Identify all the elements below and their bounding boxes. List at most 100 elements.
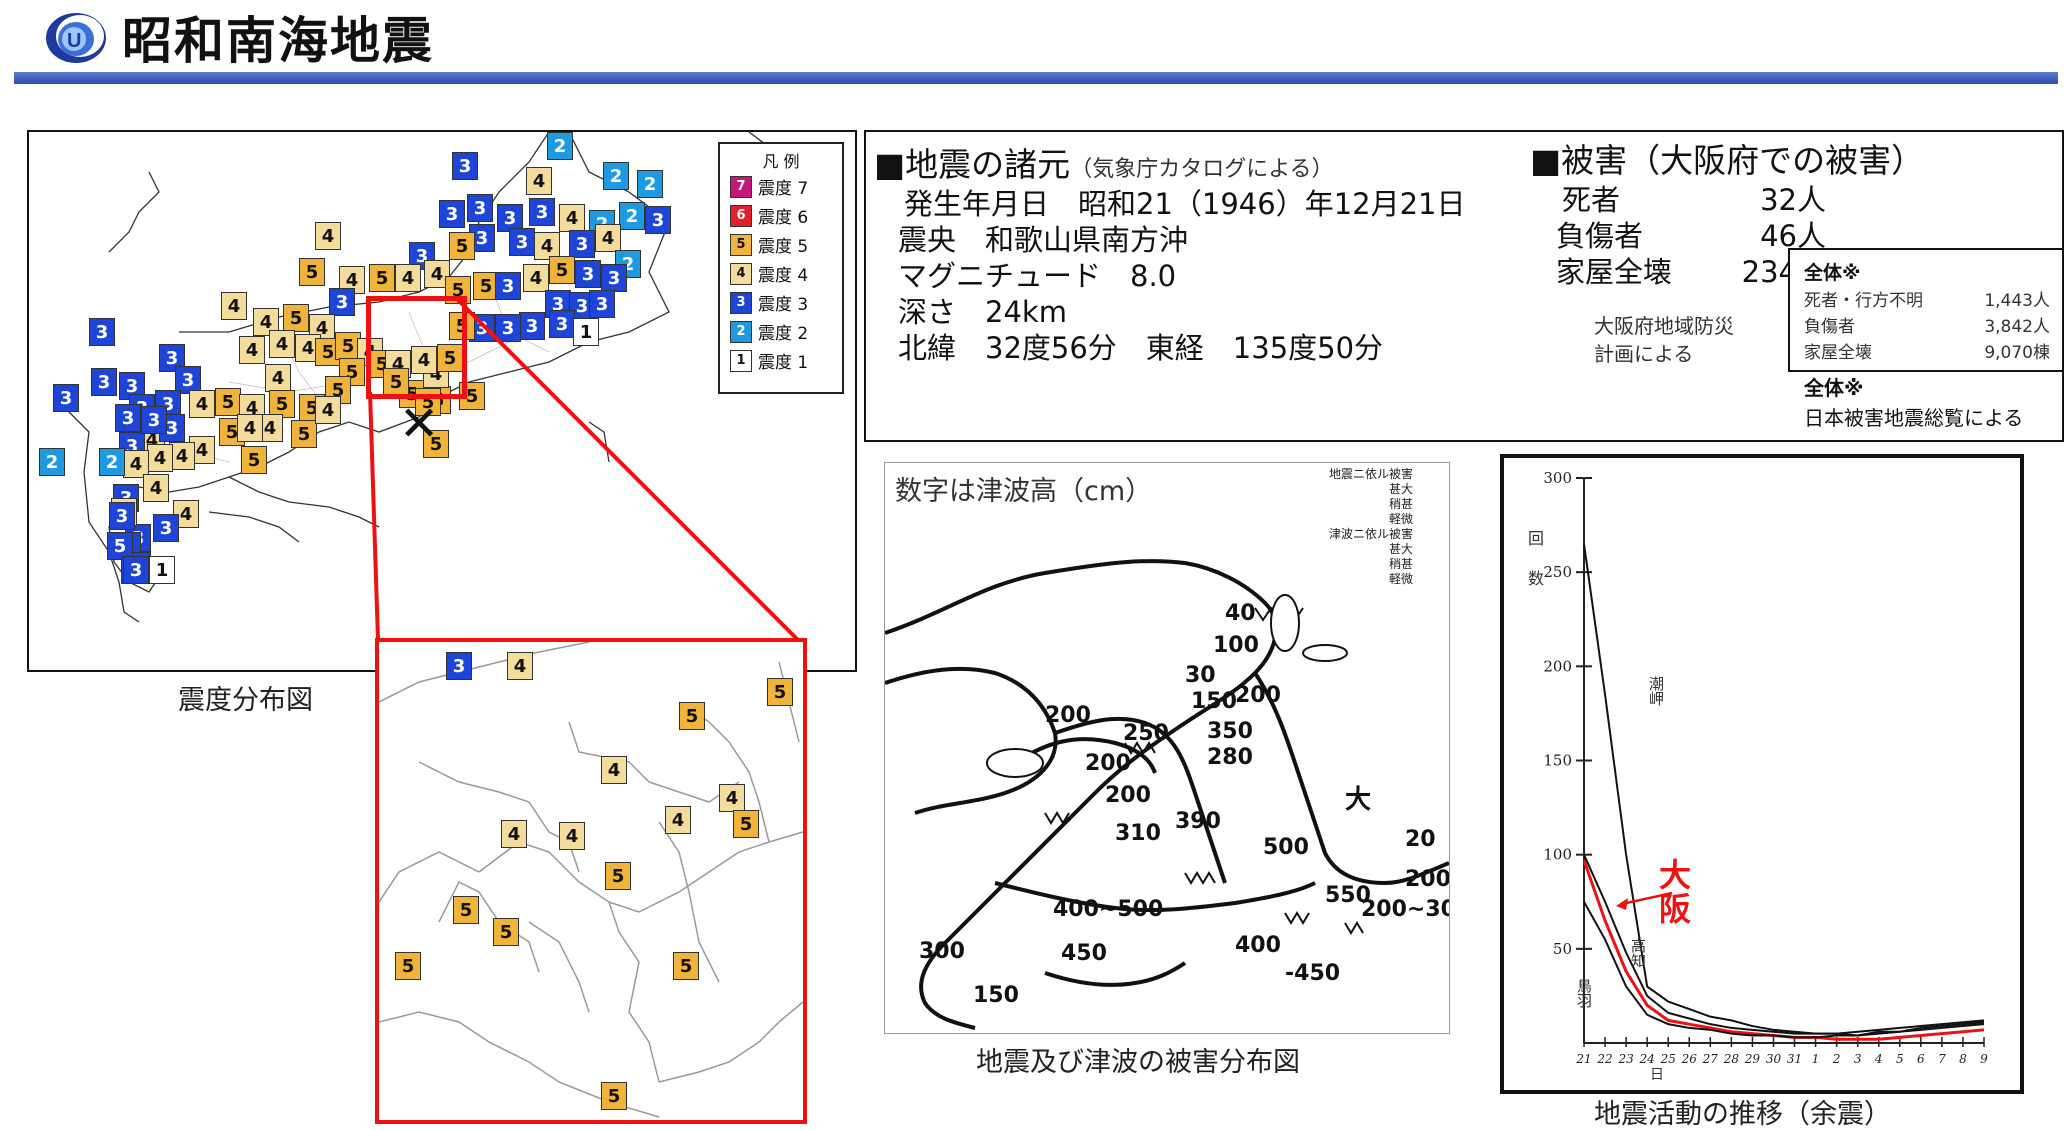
- specs-source-note: （気象庁カタログによる）: [1070, 157, 1334, 182]
- tsunami-caption: 地震及び津波の被害分布図: [976, 1047, 1300, 1078]
- legend-item: 4 震度 4: [730, 261, 808, 286]
- tsunami-height-label: 350: [1207, 719, 1253, 744]
- tsunami-height-label: 400~500: [1053, 897, 1164, 922]
- intensity-marker: 5: [453, 896, 479, 924]
- x-tick-label: 28: [1723, 1052, 1740, 1066]
- intensity-marker: 4: [601, 756, 627, 784]
- y-axis-label: 回数: [1525, 530, 1544, 610]
- x-axis-label: 日: [1650, 1067, 1664, 1083]
- specs-heading: ■地震の諸元（気象庁カタログによる）: [874, 138, 1334, 186]
- osaka-source-line1: 大阪府地域防災: [1594, 314, 1734, 338]
- tsunami-height-label: 310: [1115, 821, 1161, 846]
- intensity-legend: 凡 例 7 震度 7 6 震度 6 5 震度 5 4 震度 4 3 震度 3 2 震度 2 …: [718, 142, 844, 394]
- map-caption: 震度分布図: [178, 685, 313, 716]
- x-tick-label: 7: [1938, 1052, 1946, 1066]
- magnitude-line: マグニチュード 8.0: [898, 259, 1177, 293]
- x-tick-label: 29: [1744, 1052, 1761, 1066]
- intensity-marker: 4: [559, 822, 585, 850]
- intensity-marker: 5: [767, 678, 793, 706]
- tsunami-height-label: 200: [1045, 703, 1091, 728]
- tsunami-height-label: 300: [919, 939, 965, 964]
- aftershock-caption: 地震活動の推移（余震）: [1594, 1099, 1891, 1130]
- zoom-highlight: [366, 296, 467, 399]
- total-damage-box: 全体※ 死者・行方不明 1,443人 負傷者 3,842人 家屋全壊 9,070…: [1788, 248, 2064, 372]
- total-deaths-value: 1,443人: [1984, 291, 2050, 311]
- intensity-marker: 4: [507, 652, 533, 680]
- y-tick-label: 100: [1543, 846, 1572, 864]
- y-tick-label: 250: [1543, 563, 1572, 581]
- coords-line: 北緯 32度56分 東経 135度50分: [898, 331, 1384, 365]
- damage-deaths-value: 32人: [1760, 183, 1826, 217]
- total-injured-label: 負傷者: [1804, 317, 1855, 337]
- x-tick-label: 4: [1874, 1052, 1883, 1066]
- total-deaths-label: 死者・行方不明: [1804, 291, 1923, 311]
- legend-swatch: 7: [730, 175, 752, 198]
- tsunami-height-label: 40: [1225, 601, 1256, 626]
- series-label-kochi: 高知: [1629, 938, 1647, 968]
- legend-swatch: 6: [730, 204, 752, 227]
- tsunami-height-label: 390: [1175, 809, 1221, 834]
- tsunami-damage-map: 数字は津波高（cm） 地震ニ依ル被害 甚大 稍甚 軽微 津波ニ依ル被害 甚大 稍…: [884, 462, 1450, 1034]
- intensity-marker: 5: [733, 810, 759, 838]
- x-tick-label: 9: [1980, 1052, 1988, 1066]
- x-tick-label: 26: [1681, 1052, 1698, 1066]
- damage-heading: ■被害（大阪府での被害）: [1530, 141, 1925, 180]
- legend-swatch: 1: [730, 349, 752, 372]
- legend-label: 震度 3: [758, 295, 809, 315]
- series-label-shionomisaki: 潮岬: [1647, 676, 1665, 706]
- date-line: 発生年月日 昭和21（1946）年12月21日: [904, 187, 1466, 221]
- tsunami-height-label: 20: [1405, 827, 1436, 852]
- zoomed-borders: [379, 642, 803, 1118]
- x-tick-label: 21: [1575, 1052, 1591, 1066]
- tsunami-height-label: 100: [1213, 633, 1259, 658]
- intensity-marker: 5: [395, 952, 421, 980]
- tsunami-height-label: 150: [1191, 689, 1237, 714]
- tsunami-height-label: 450: [1061, 941, 1107, 966]
- legend-label: 震度 1: [758, 353, 809, 373]
- x-tick-label: 6: [1917, 1052, 1925, 1066]
- total-houses-label: 家屋全壊: [1804, 343, 1872, 363]
- intensity-marker: 4: [665, 806, 691, 834]
- x-tick-label: 5: [1896, 1052, 1904, 1066]
- x-tick-label: 27: [1702, 1052, 1719, 1066]
- specs-title: ■地震の諸元: [874, 145, 1071, 184]
- y-tick-label: 200: [1543, 657, 1572, 675]
- legend-label: 震度 6: [758, 208, 809, 228]
- legend-swatch: 2: [730, 320, 752, 343]
- total-note-title: 全体※: [1804, 376, 1864, 400]
- y-tick-label: 50: [1553, 940, 1572, 958]
- tsunami-height-label: 200: [1105, 783, 1151, 808]
- tsunami-height-label: 250: [1123, 721, 1169, 746]
- legend-swatch: 3: [730, 291, 752, 314]
- x-tick-label: 3: [1854, 1052, 1862, 1066]
- x-tick-label: 31: [1787, 1052, 1802, 1066]
- intensity-marker: 5: [679, 702, 705, 730]
- legend-label: 震度 7: [758, 179, 809, 199]
- x-tick-label: 1: [1812, 1052, 1820, 1066]
- legend-title: 凡 例: [762, 152, 800, 171]
- intensity-marker: 3: [446, 652, 472, 680]
- tsunami-height-label: 200: [1405, 867, 1450, 892]
- legend-swatch: 4: [730, 262, 752, 285]
- damage-injured-label: 負傷者: [1556, 219, 1644, 253]
- legend-label: 震度 4: [758, 266, 809, 286]
- tsunami-coastline: [885, 559, 1449, 1030]
- y-tick-label: 300: [1543, 469, 1572, 487]
- intensity-marker: 5: [601, 1082, 627, 1110]
- osaka-series-label: 大阪: [1654, 858, 1692, 926]
- legend-label: 震度 2: [758, 324, 809, 344]
- legend-item: 6 震度 6: [730, 203, 808, 228]
- series-label-toba: 鳥羽: [1575, 978, 1593, 1008]
- legend-swatch: 5: [730, 233, 752, 256]
- legend-item: 3 震度 3: [730, 290, 808, 315]
- total-title: 全体※: [1804, 262, 1861, 284]
- x-tick-label: 2: [1832, 1052, 1841, 1066]
- x-tick-label: 30: [1766, 1052, 1782, 1066]
- y-tick-label: 150: [1543, 752, 1572, 770]
- damage-deaths-label: 死者: [1562, 183, 1621, 217]
- intensity-marker: 4: [501, 820, 527, 848]
- legend-item: 5 震度 5: [730, 232, 808, 257]
- x-tick-label: 23: [1617, 1052, 1634, 1066]
- osaka-arrowhead: [1616, 898, 1628, 910]
- total-injured-value: 3,842人: [1984, 317, 2050, 337]
